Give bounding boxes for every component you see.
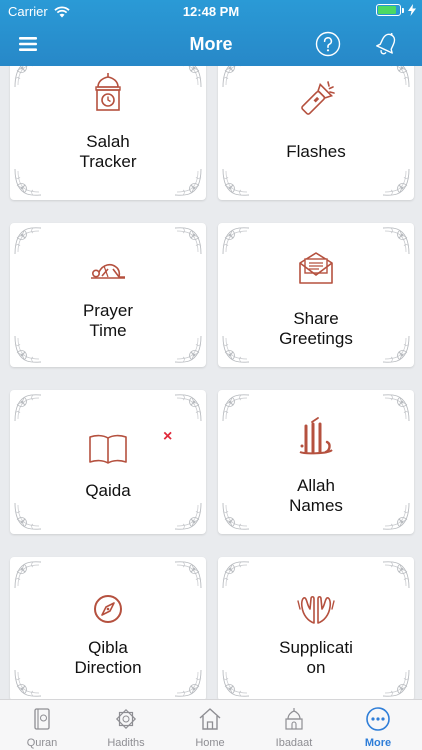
bell-icon[interactable] — [373, 30, 401, 58]
ornament-icon — [222, 168, 250, 196]
card-label: Qaida — [85, 481, 131, 500]
card-label: Share — [293, 309, 339, 328]
allah-calligraphy-icon — [299, 417, 333, 455]
card-supplication[interactable]: Supplicati on — [218, 557, 414, 699]
mosque-icon — [285, 708, 303, 730]
card-prayer-time[interactable]: Prayer Time — [10, 223, 206, 367]
book-icon — [89, 434, 127, 464]
tab-bar: Quran Hadiths Home Ibadaat More — [0, 699, 422, 750]
ornament-icon — [14, 561, 42, 589]
tab-label: Ibadaat — [275, 737, 313, 749]
ornament-icon — [382, 561, 410, 589]
tab-label: Hadiths — [107, 737, 145, 749]
status-bar: Carrier 12:48 PM — [0, 0, 422, 22]
tab-label: Home — [195, 737, 225, 749]
ornament-icon — [382, 168, 410, 196]
card-share-greetings[interactable]: Share Greetings — [218, 223, 414, 367]
ornament-icon — [382, 394, 410, 422]
nav-bar: More — [0, 22, 422, 66]
tab-more[interactable]: More — [336, 700, 420, 750]
battery-icon — [376, 4, 404, 16]
compass-icon — [94, 595, 122, 623]
tab-label: Quran — [26, 737, 58, 749]
tab-home[interactable]: Home — [168, 700, 252, 750]
tab-label: More — [364, 737, 392, 749]
tab-hadiths[interactable]: Hadiths — [84, 700, 168, 750]
ornament-icon — [14, 66, 42, 88]
card-allah-names[interactable]: Allah Names — [218, 390, 414, 534]
ornament-icon — [222, 561, 250, 589]
prayer-prostration-icon — [91, 263, 125, 279]
card-label: Supplicati — [279, 638, 353, 657]
envelope-icon — [299, 252, 333, 284]
ornament-icon — [174, 394, 202, 422]
card-label: Prayer — [82, 301, 134, 320]
card-label: on — [306, 658, 326, 677]
tab-ibadaat[interactable]: Ibadaat — [252, 700, 336, 750]
ornament-icon — [174, 561, 202, 589]
card-label: Salah — [86, 132, 130, 151]
page-title: More — [189, 34, 233, 54]
ornament-icon — [382, 227, 410, 255]
card-qaida[interactable]: × Qaida — [10, 390, 206, 534]
card-label: Time — [89, 321, 127, 340]
flashlight-icon — [301, 81, 335, 115]
features-grid: Salah Tracker Flashes Prayer Time Share … — [0, 66, 422, 699]
card-label: Qibla — [88, 638, 128, 657]
tab-quran[interactable]: Quran — [0, 700, 84, 750]
card-flashes[interactable]: Flashes — [218, 66, 414, 200]
close-icon[interactable]: × — [163, 428, 172, 446]
praying-hands-icon — [297, 595, 335, 624]
card-label: Direction — [74, 658, 142, 677]
card-label: Flashes — [286, 142, 346, 161]
ornament-icon — [222, 227, 250, 255]
card-label: Names — [289, 496, 343, 515]
card-label: Greetings — [279, 329, 353, 348]
card-label: Tracker — [79, 152, 137, 171]
status-time: 12:48 PM — [182, 4, 240, 19]
ornament-icon — [174, 502, 202, 530]
ornament-icon — [222, 394, 250, 422]
ornament-icon — [382, 66, 410, 88]
ornament-icon — [222, 66, 250, 88]
home-icon — [199, 708, 221, 730]
card-salah-tracker[interactable]: Salah Tracker — [10, 66, 206, 200]
ornament-icon — [14, 394, 42, 422]
ornament-icon — [14, 227, 42, 255]
card-qibla-direction[interactable]: Qibla Direction — [10, 557, 206, 699]
hadith-star-icon — [115, 708, 137, 730]
ornament-icon — [174, 227, 202, 255]
help-icon[interactable] — [315, 31, 341, 57]
quran-icon — [34, 708, 50, 730]
charging-bolt-icon — [408, 4, 416, 16]
app-header: Carrier 12:48 PM More — [0, 0, 422, 66]
mosque-clock-icon — [95, 73, 121, 111]
ornament-icon — [14, 502, 42, 530]
ornament-icon — [174, 66, 202, 88]
more-icon — [366, 707, 390, 731]
card-label: Allah — [297, 476, 335, 495]
